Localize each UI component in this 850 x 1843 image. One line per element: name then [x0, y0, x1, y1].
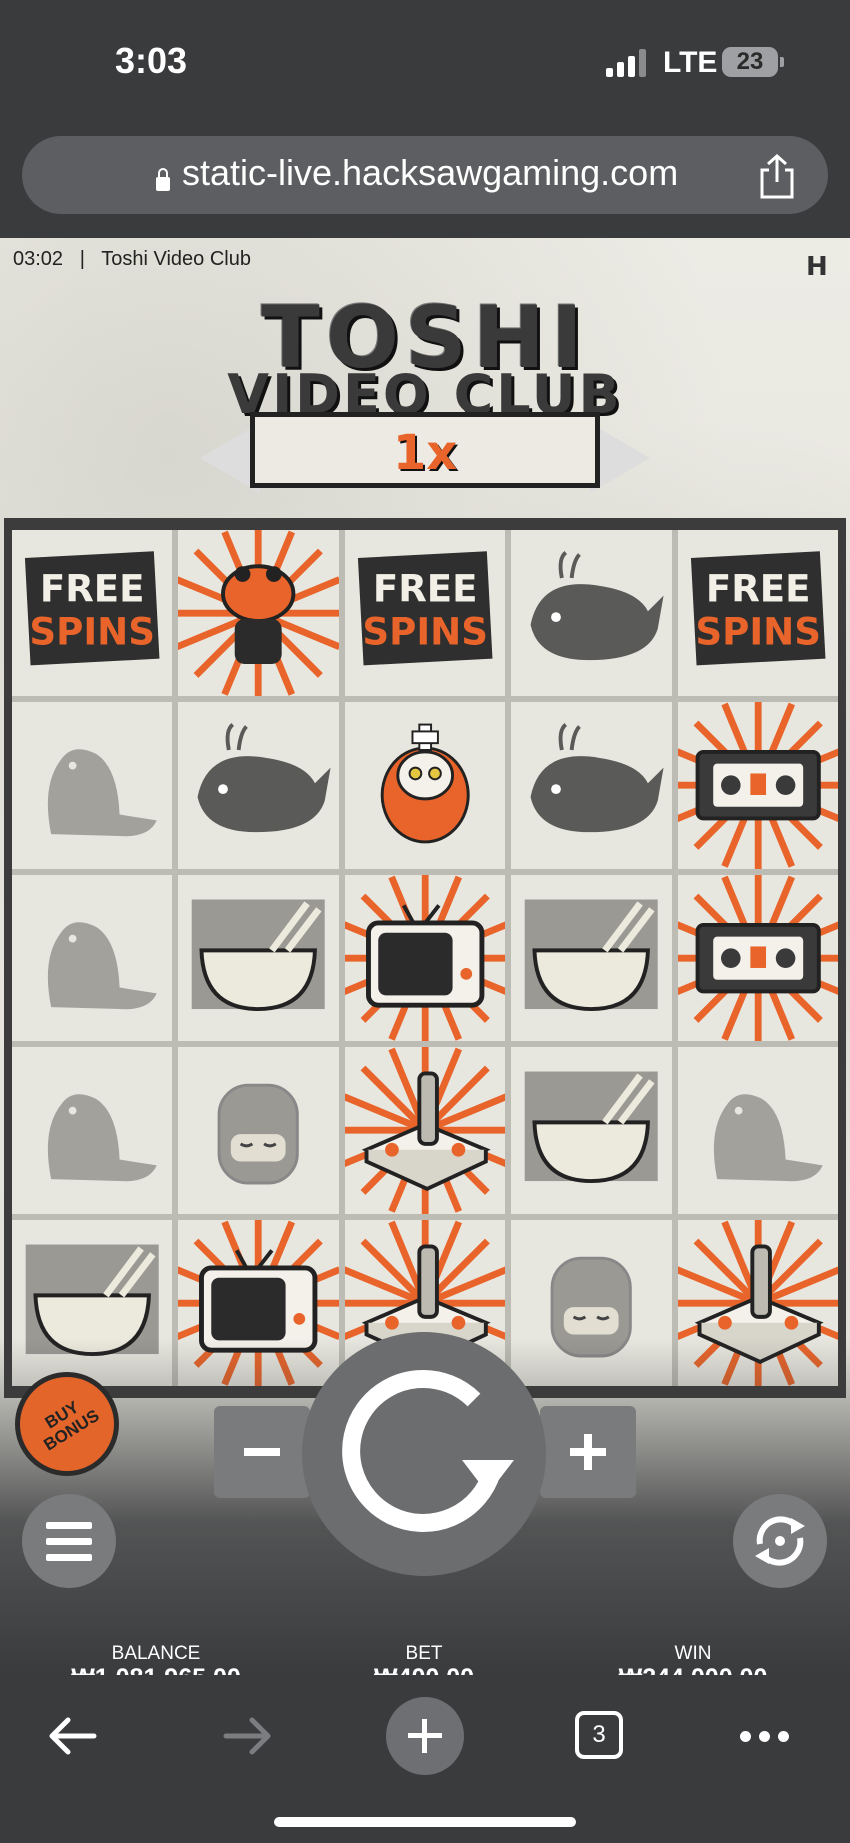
address-bar[interactable]: static-live.hacksawgaming.com [22, 136, 828, 214]
svg-text:FREE: FREE [705, 567, 810, 610]
beaver-symbol-icon [713, 1094, 823, 1182]
game-title: Toshi Video Club [101, 248, 251, 270]
dot [759, 1731, 770, 1742]
beaver-symbol-icon [47, 1094, 157, 1182]
battery-icon: 23 [722, 47, 778, 77]
menu-line-icon [46, 1538, 92, 1545]
bet-label: BET [405, 1643, 443, 1664]
increase-bet-button[interactable] [540, 1406, 636, 1498]
battery-tip [780, 57, 784, 67]
svg-text:FREE: FREE [40, 567, 145, 610]
multiplier-banner: 1x [250, 412, 600, 488]
multiplier-value: 1x [392, 425, 458, 481]
reel-cell-bowl [178, 874, 339, 1042]
battery-level: 23 [736, 48, 764, 75]
dot [740, 1731, 751, 1742]
free-spins-symbol-icon: FREE SPINS [690, 551, 826, 666]
bowl-symbol-icon [192, 899, 326, 1011]
reel-cell-free-spins: FREE SPINS [12, 530, 173, 697]
menu-button[interactable] [22, 1494, 116, 1588]
game-canvas[interactable]: 03:02 | Toshi Video Club H TOSHI VIDEO C… [0, 238, 850, 1675]
reel-cell-joystick [344, 1047, 506, 1214]
vhs-tape-symbol-icon [677, 874, 838, 1042]
home-indicator [274, 1817, 576, 1827]
bet-display: BET ₩400.00 [344, 1643, 504, 1676]
menu-line-icon [46, 1522, 92, 1529]
tabs-button[interactable]: 3 [575, 1711, 623, 1759]
reel-cell-beaver [12, 874, 173, 1042]
url-text: static-live.hacksawgaming.com [182, 152, 679, 193]
reel-cell-bowl [511, 874, 672, 1042]
reel-cell-bowl [511, 1047, 672, 1214]
back-arrow-icon[interactable] [44, 1711, 100, 1761]
ninja-symbol-icon [218, 1083, 300, 1185]
reel-cell-ninja [178, 1047, 339, 1214]
svg-text:SPINS: SPINS [695, 610, 821, 653]
buy-bonus-button[interactable]: BUY BONUS [15, 1372, 119, 1476]
autoplay-icon [755, 1516, 805, 1566]
bowl-symbol-icon [524, 899, 658, 1011]
win-value: ₩244,000.00 [600, 1664, 786, 1675]
reel-cell-whale [511, 530, 672, 697]
provider-logo: H [806, 252, 828, 282]
free-spins-symbol-icon: FREE SPINS [357, 551, 493, 666]
balance-value: ₩1,081,965.00 [66, 1664, 246, 1675]
game-clock: 03:02 [13, 248, 64, 270]
svg-text:SPINS: SPINS [29, 610, 155, 653]
separator: | [68, 248, 97, 270]
daruma-symbol-icon [380, 723, 470, 844]
status-time: 3:03 [115, 40, 188, 81]
menu-line-icon [46, 1554, 92, 1561]
network-type: LTE [663, 46, 718, 79]
reel-cell-daruma [344, 702, 506, 869]
joystick-symbol-icon [344, 1047, 506, 1214]
reel-cell-frog [178, 530, 339, 697]
balance-display: BALANCE ₩1,081,965.00 [66, 1643, 246, 1676]
new-tab-button[interactable] [386, 1697, 464, 1775]
dot [778, 1731, 789, 1742]
share-icon[interactable] [756, 154, 798, 200]
forward-arrow-icon[interactable] [220, 1711, 276, 1761]
free-spins-symbol-icon: FREE SPINS [24, 551, 160, 666]
reel-cell-tv [344, 874, 506, 1042]
browser-address-area: static-live.hacksawgaming.com [0, 120, 850, 238]
reel-cell-whale [511, 702, 672, 869]
game-header: 03:02 | Toshi Video Club [13, 248, 251, 271]
spin-button[interactable] [302, 1332, 546, 1576]
reel-cell-free-spins: FREE SPINS [677, 530, 838, 697]
bowl-symbol-icon [524, 1071, 658, 1184]
bet-value: ₩400.00 [344, 1664, 504, 1675]
reel-cell-beaver [12, 702, 173, 869]
buy-bonus-label: BUY BONUS [40, 1397, 103, 1455]
lock-icon [156, 168, 170, 191]
reel-cell-vhs-tape [677, 702, 838, 869]
beaver-symbol-icon [47, 749, 157, 837]
reel-cell-beaver [677, 1047, 838, 1214]
reel-cell-whale [178, 702, 339, 869]
svg-text:FREE: FREE [373, 567, 478, 610]
vhs-tape-symbol-icon [677, 702, 838, 869]
whale-symbol-icon [197, 723, 331, 833]
balance-label: BALANCE [111, 1643, 201, 1664]
tv-symbol-icon [344, 874, 506, 1042]
browser-toolbar: 3 [0, 1675, 850, 1843]
decrease-bet-button[interactable] [214, 1406, 310, 1498]
beaver-symbol-icon [47, 922, 157, 1010]
status-bar: 3:03 LTE 23 [0, 0, 850, 120]
whale-symbol-icon [530, 723, 664, 833]
reel-grid: FREE SPINS FREE SPINS FREE SPINS [12, 530, 838, 1386]
svg-text:SPINS: SPINS [362, 610, 488, 653]
whale-symbol-icon [530, 550, 664, 661]
reel-cell-vhs-tape [677, 874, 838, 1042]
autoplay-button[interactable] [733, 1494, 827, 1588]
spin-icon [342, 1369, 514, 1532]
win-display: WIN ₩244,000.00 [600, 1643, 786, 1676]
game-logo: TOSHI VIDEO CLUB 1x [190, 288, 660, 493]
win-label: WIN [674, 1643, 712, 1664]
signal-icon [606, 49, 646, 77]
reel-cell-free-spins: FREE SPINS [344, 530, 506, 697]
reel-cell-beaver [12, 1047, 173, 1214]
more-icon[interactable] [740, 1731, 790, 1743]
frog-symbol-icon [178, 530, 339, 697]
